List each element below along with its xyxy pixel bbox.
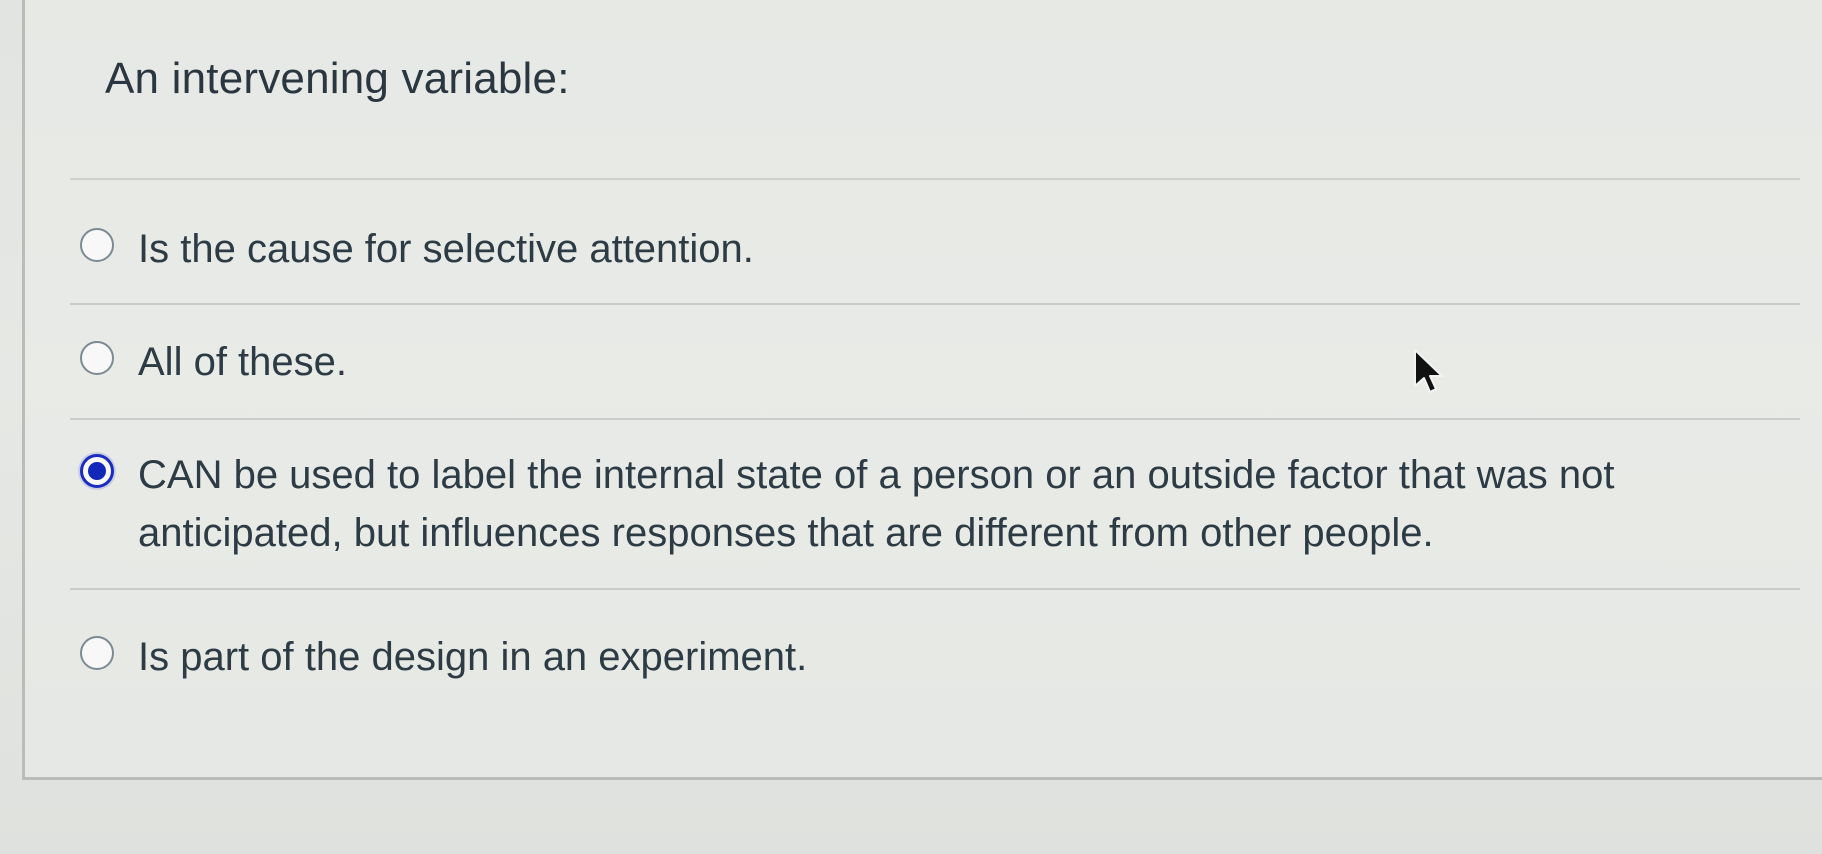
mouse-pointer-icon	[1414, 349, 1443, 393]
answer-option-2[interactable]: All of these.	[70, 303, 1800, 418]
radio-button-3-selected[interactable]	[80, 454, 114, 488]
radio-button-4[interactable]	[80, 636, 114, 670]
radio-button-2[interactable]	[80, 341, 114, 375]
answer-option-3[interactable]: CAN be used to label the internal state …	[70, 418, 1800, 588]
radio-button-1[interactable]	[80, 228, 114, 262]
screen: An intervening variable: Is the cause fo…	[0, 0, 1822, 854]
answer-label-2: All of these.	[138, 340, 348, 384]
answer-option-1[interactable]: Is the cause for selective attention.	[70, 178, 1800, 303]
answer-label-4: Is part of the design in an experiment.	[138, 635, 808, 679]
answer-label-3: CAN be used to label the internal state …	[138, 453, 1615, 555]
answer-list: Is the cause for selective attention. Al…	[70, 178, 1800, 698]
question-text: An intervening variable:	[105, 54, 570, 103]
answer-option-4[interactable]: Is part of the design in an experiment.	[70, 588, 1800, 698]
answer-label-1: Is the cause for selective attention.	[138, 227, 754, 271]
